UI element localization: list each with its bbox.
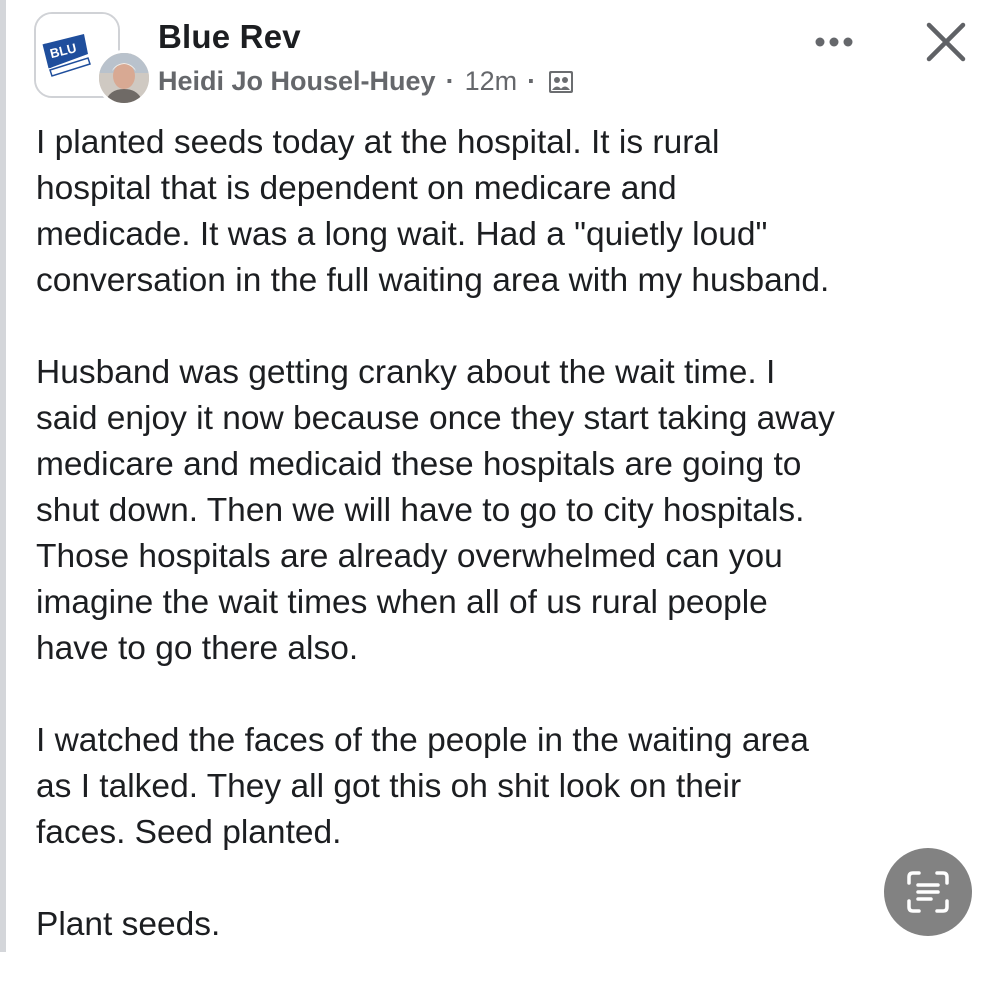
close-button[interactable] — [918, 14, 974, 70]
post-paragraph: I planted seeds today at the hospital. I… — [36, 124, 830, 299]
author-photo — [99, 53, 149, 103]
meta-separator: · — [445, 66, 455, 96]
post-body: I planted seeds today at the hospital. I… — [36, 120, 986, 994]
post-time[interactable]: 12m — [465, 66, 518, 97]
post-card: BLU Blue Rev Heidi Jo Housel-Huey · 12m … — [0, 0, 1000, 952]
post-paragraph: Husband was getting cranky about the wai… — [36, 354, 835, 667]
post-paragraph: I watched the faces of the people in the… — [36, 722, 809, 851]
text-scan-button[interactable] — [884, 848, 972, 936]
author-avatar[interactable] — [96, 50, 152, 106]
text-scan-icon — [907, 871, 949, 913]
author-name[interactable]: Heidi Jo Housel-Huey — [158, 66, 436, 97]
post-meta: Heidi Jo Housel-Huey · 12m · — [158, 66, 574, 97]
meta-separator: · — [527, 66, 537, 96]
post-paragraph: Plant seeds. — [36, 906, 221, 943]
group-name[interactable]: Blue Rev — [158, 18, 301, 56]
more-options-icon — [815, 37, 853, 47]
avatar-stack[interactable]: BLU — [34, 12, 152, 106]
close-icon — [926, 22, 966, 62]
more-options-button[interactable] — [806, 22, 862, 62]
group-members-icon — [548, 70, 574, 94]
